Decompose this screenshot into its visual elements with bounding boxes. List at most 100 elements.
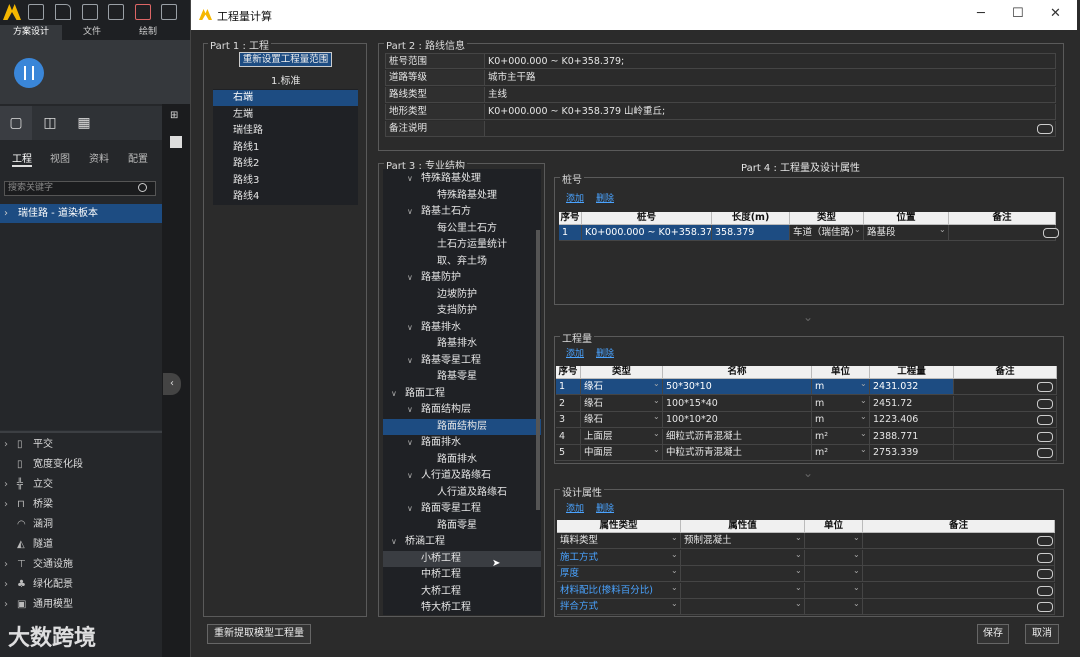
tree-item[interactable]: ∨ 路面零星工程 xyxy=(383,501,541,517)
chevron-down-icon[interactable]: ⌄ xyxy=(671,550,678,559)
tree-item[interactable]: ∨ 人行道及路缘石 xyxy=(383,468,541,484)
minimize-icon[interactable]: ─ xyxy=(977,6,985,21)
chevron-down-icon[interactable]: ⌄ xyxy=(939,225,946,234)
tree-item[interactable]: 特殊路基处理 xyxy=(383,188,541,204)
part1-list-item[interactable]: 右端 xyxy=(213,90,358,106)
chevron-down-icon[interactable]: ⌄ xyxy=(795,533,802,542)
design-cell[interactable]: 拌合方式 xyxy=(557,599,681,615)
memo-button[interactable] xyxy=(1037,448,1053,458)
design-add-link[interactable]: 添加 xyxy=(566,501,584,514)
tab-project[interactable]: 工程 xyxy=(12,150,32,167)
chevron-down-icon[interactable]: ⌄ xyxy=(671,566,678,575)
design-scheme-button[interactable] xyxy=(14,58,44,88)
list-item[interactable]: ◠ 涵洞 xyxy=(0,515,162,535)
save-button[interactable]: 保存 xyxy=(977,624,1009,644)
search-icon[interactable] xyxy=(138,183,147,192)
list-item[interactable]: › ▯ 平交 xyxy=(0,435,162,455)
chevron-down-icon[interactable]: ⌄ xyxy=(653,445,660,454)
project-tree-item[interactable]: › 瑞佳路 - 道染板本 xyxy=(0,204,162,223)
chevron-down-icon[interactable]: ⌄ xyxy=(653,429,660,438)
station-cell[interactable]: 车道（瑞佳路） xyxy=(790,225,864,241)
maximize-icon[interactable]: ☐ xyxy=(1012,6,1024,21)
chevron-down-icon[interactable]: ⌄ xyxy=(671,533,678,542)
tree-item[interactable]: 支挡防护 xyxy=(383,303,541,319)
chevron-down-icon[interactable]: ⌄ xyxy=(671,599,678,608)
ribbon-tab-design[interactable]: 方案设计 xyxy=(0,25,62,40)
chevron-down-icon[interactable]: ⌄ xyxy=(653,396,660,405)
memo-button[interactable] xyxy=(1037,552,1053,563)
memo-button[interactable] xyxy=(1037,585,1053,596)
tree-item[interactable]: 边坡防护 xyxy=(383,287,541,303)
cube-icon[interactable] xyxy=(161,4,177,20)
tree-item[interactable]: 路面零星 xyxy=(383,518,541,534)
tree-item[interactable]: 路面排水 xyxy=(383,452,541,468)
chevron-down-icon[interactable]: ⌄ xyxy=(860,379,867,388)
memo-button[interactable] xyxy=(1037,536,1053,546)
station-add-link[interactable]: 添加 xyxy=(566,191,584,204)
quantity-add-link[interactable]: 添加 xyxy=(566,346,584,359)
design-delete-link[interactable]: 删除 xyxy=(596,501,614,514)
design-cell[interactable]: 材料配比(掺料百分比) xyxy=(557,582,681,599)
tree-item[interactable]: 小桥工程 xyxy=(383,550,541,567)
tab-resources[interactable]: 资料 xyxy=(89,150,109,165)
split-view-icon[interactable]: ◫ xyxy=(34,106,66,140)
quantity-cell[interactable]: 上面层 xyxy=(581,428,663,445)
quantity-cell[interactable]: 缘石 xyxy=(581,379,663,395)
list-item[interactable]: › ⊓ 桥梁 xyxy=(0,495,162,515)
part1-list-item[interactable]: 左端 xyxy=(213,107,358,123)
chevron-down-icon[interactable]: ⌄ xyxy=(853,566,860,575)
memo-button[interactable] xyxy=(1037,124,1053,134)
reset-range-button[interactable]: 重新设置工程量范围 xyxy=(239,52,332,67)
chevron-down-icon[interactable]: ⌄ xyxy=(795,583,802,592)
design-note-cell[interactable] xyxy=(863,566,1055,582)
memo-button[interactable] xyxy=(1043,228,1059,238)
quantity-cell[interactable]: 缘石 xyxy=(581,395,663,412)
design-cell[interactable] xyxy=(681,599,805,615)
station-cell[interactable] xyxy=(949,225,1056,241)
chevron-down-icon[interactable]: ⌄ xyxy=(653,412,660,421)
design-cell[interactable]: 预制混凝土 xyxy=(681,533,805,549)
tree-item[interactable]: 每公里土石方 xyxy=(383,221,541,237)
chevron-down-icon[interactable]: ⌄ xyxy=(860,445,867,454)
chevron-down-icon[interactable]: ⌄ xyxy=(853,599,860,608)
tab-config[interactable]: 配置 xyxy=(128,150,148,165)
tool-icon[interactable]: ⊞ xyxy=(170,110,182,122)
arrow-tool-icon[interactable] xyxy=(170,136,182,148)
part1-list-item[interactable]: 路线3 xyxy=(213,173,358,189)
quantity-cell[interactable]: 缘石 xyxy=(581,412,663,428)
chevron-down-icon[interactable]: ⌄ xyxy=(795,566,802,575)
close-icon[interactable]: ✕ xyxy=(1050,6,1061,21)
collapse-panel-button[interactable]: ‹ xyxy=(163,373,181,395)
chevron-down-icon[interactable]: ⌄ xyxy=(671,583,678,592)
search-input[interactable]: 搜索关键字 xyxy=(4,181,156,196)
grid-view-icon[interactable]: ▦ xyxy=(68,106,100,140)
open-folder-icon[interactable] xyxy=(55,4,71,20)
quantity-cell[interactable]: 中面层 xyxy=(581,445,663,461)
part1-list-item[interactable]: 路线4 xyxy=(213,189,358,205)
tree-item[interactable]: ∨ 特殊路基处理 xyxy=(383,171,541,187)
part1-list-item[interactable]: 路线1 xyxy=(213,140,358,156)
ribbon-tab-file[interactable]: 文件 xyxy=(64,25,120,40)
tree-item[interactable]: 人行道及路缘石 xyxy=(383,485,541,501)
part1-list-item[interactable]: 路线2 xyxy=(213,156,358,172)
chevron-down-icon[interactable]: ⌄ xyxy=(853,550,860,559)
tree-item[interactable]: 特大桥工程 xyxy=(383,600,541,615)
tree-item[interactable]: 大桥工程 xyxy=(383,584,541,600)
tab-view[interactable]: 视图 xyxy=(50,150,70,165)
cancel-button[interactable]: 取消 xyxy=(1025,624,1059,644)
memo-button[interactable] xyxy=(1037,398,1053,409)
tree-item[interactable]: 路基零星 xyxy=(383,369,541,385)
ribbon-tab-draw[interactable]: 绘制 xyxy=(122,25,174,40)
memo-button[interactable] xyxy=(1037,602,1053,612)
tree-item[interactable]: 路基排水 xyxy=(383,336,541,352)
single-view-icon[interactable]: ▢ xyxy=(0,106,32,140)
tree-item[interactable]: ∨ 路基排水 xyxy=(383,320,541,336)
memo-button[interactable] xyxy=(1037,382,1053,392)
memo-button[interactable] xyxy=(1037,569,1053,579)
design-cell[interactable] xyxy=(681,566,805,582)
chevron-down-icon[interactable]: ⌄ xyxy=(854,225,861,234)
list-item[interactable]: › ╬ 立交 xyxy=(0,475,162,495)
save-icon[interactable] xyxy=(82,4,98,20)
design-note-cell[interactable] xyxy=(863,599,1055,615)
station-delete-link[interactable]: 删除 xyxy=(596,191,614,204)
